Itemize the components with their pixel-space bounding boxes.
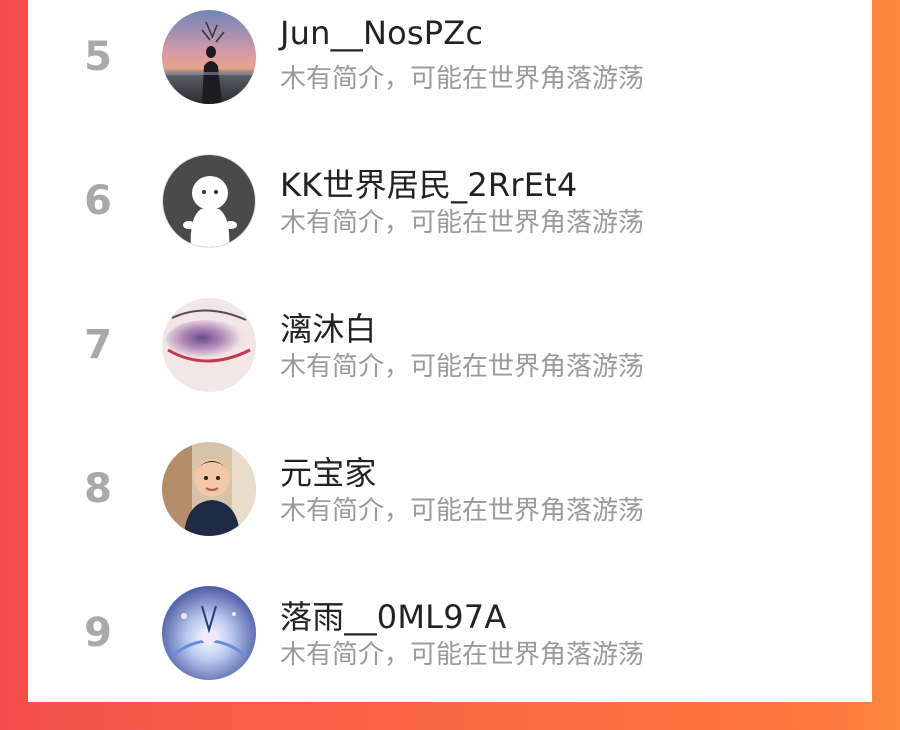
- rank-number: 5: [84, 34, 112, 80]
- user-bio: 木有简介，可能在世界角落游荡: [280, 64, 645, 94]
- rank-number: 7: [84, 322, 112, 368]
- avatar[interactable]: [162, 154, 256, 248]
- avatar[interactable]: [162, 442, 256, 536]
- rank-number: 8: [84, 466, 112, 512]
- user-name[interactable]: 元宝家: [280, 448, 377, 494]
- fantasy-art-avatar-icon: [162, 586, 256, 680]
- user-bio: 木有简介，可能在世界角落游荡: [280, 640, 645, 670]
- list-item[interactable]: 8 元宝家 木有简介，可能在世界角落游荡: [28, 442, 872, 586]
- user-name[interactable]: KK世界居民_2RrEt4: [280, 160, 577, 206]
- avatar[interactable]: [162, 298, 256, 392]
- user-name[interactable]: 落雨__0ML97A: [280, 592, 506, 638]
- user-bio: 木有简介，可能在世界角落游荡: [280, 352, 645, 382]
- default-ghost-avatar-icon: [163, 155, 255, 247]
- avatar[interactable]: [162, 586, 256, 680]
- rank-number: 9: [84, 610, 112, 656]
- user-bio: 木有简介，可能在世界角落游荡: [280, 496, 645, 526]
- avatar[interactable]: [162, 10, 256, 104]
- user-name[interactable]: 漓沐白: [280, 304, 377, 350]
- user-name[interactable]: Jun__NosPZc: [280, 14, 483, 52]
- list-item[interactable]: 7 漓沐白 木有简介，可能在世界角落游荡: [28, 298, 872, 442]
- user-bio: 木有简介，可能在世界角落游荡: [280, 208, 645, 238]
- child-photo-avatar-icon: [162, 442, 256, 536]
- rank-number: 6: [84, 178, 112, 224]
- eye-makeup-avatar-icon: [162, 298, 256, 392]
- ranking-list-panel: 5 Jun__NosPZc 木有简介，可能在世界角落游荡 6 KK世界居民_2R…: [28, 0, 872, 702]
- list-item[interactable]: 9 落雨__0ML97A 木有简介，可能在世界角落游荡: [28, 586, 872, 730]
- list-item[interactable]: 6 KK世界居民_2RrEt4 木有简介，可能在世界角落游荡: [28, 154, 872, 298]
- list-item[interactable]: 5 Jun__NosPZc 木有简介，可能在世界角落游荡: [28, 0, 872, 144]
- sunset-silhouette-avatar-icon: [162, 10, 256, 104]
